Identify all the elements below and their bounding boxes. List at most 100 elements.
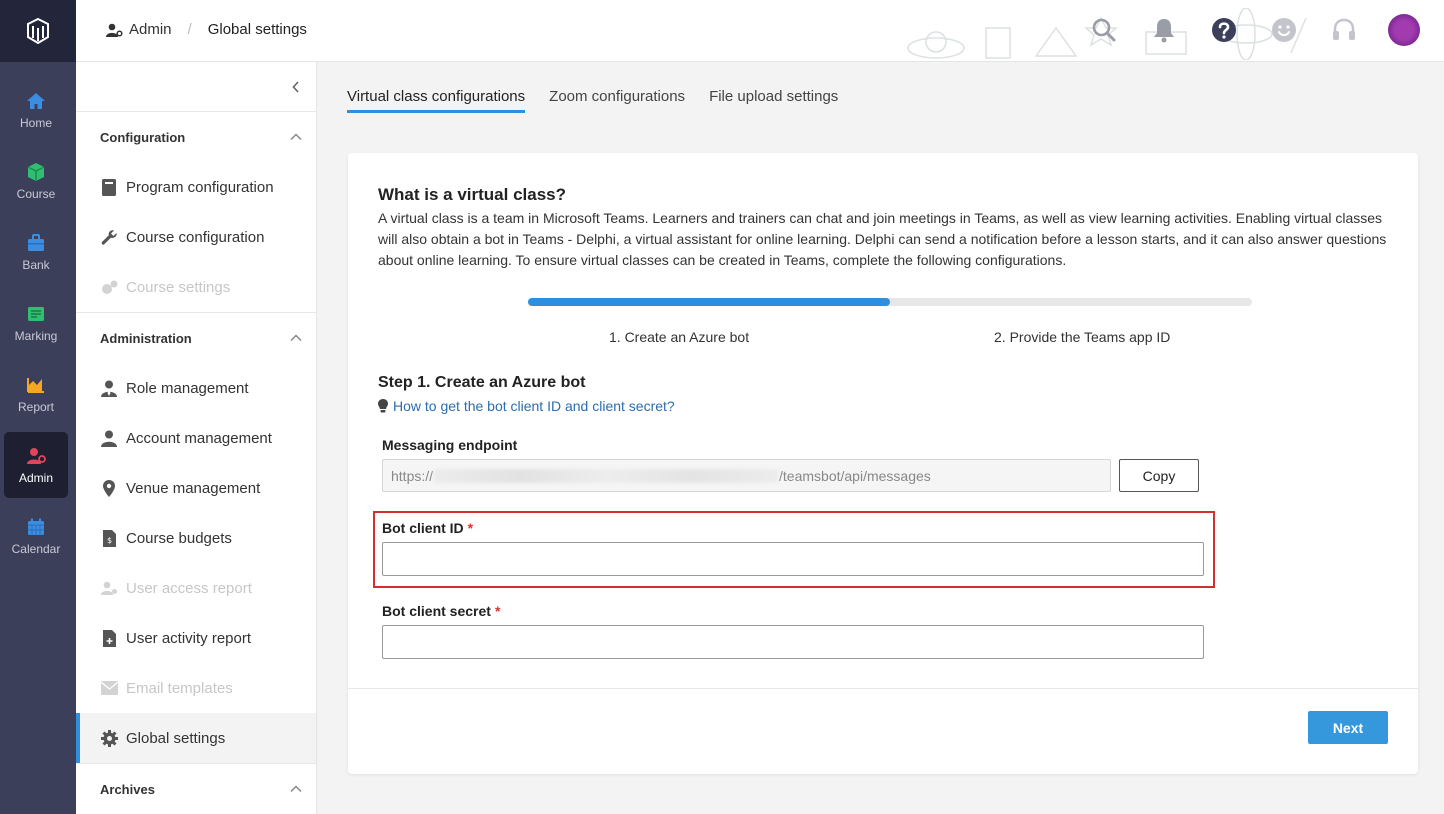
nav-item-account-management[interactable]: Account management [76, 413, 316, 463]
nav-label: Course budgets [126, 529, 232, 547]
notifications-button[interactable] [1148, 14, 1180, 46]
section-header-configuration[interactable]: Configuration [76, 112, 316, 162]
nav-item-role-management[interactable]: Role management [76, 363, 316, 413]
tab-virtual-class-configurations[interactable]: Virtual class configurations [347, 88, 526, 113]
nav-item-email-templates: Email templates [76, 663, 316, 713]
top-icons [1088, 14, 1420, 46]
rail-item-home[interactable]: Home [4, 77, 68, 143]
user-tie-icon [101, 380, 117, 397]
collapse-nav-button[interactable] [76, 62, 316, 112]
invoice-icon: $ [102, 529, 116, 547]
user-access-icon [100, 581, 117, 595]
logo-icon [27, 18, 49, 44]
endpoint-redacted [434, 468, 779, 483]
user-icon [101, 430, 117, 447]
card-footer-divider [348, 688, 1418, 689]
copy-button[interactable]: Copy [1119, 459, 1199, 492]
endpoint-field: https:// /teamsbot/api/messages [382, 459, 1111, 492]
admin-side-nav: Configuration Program configuration Cour… [76, 62, 317, 814]
step-label-1: 1. Create an Azure bot [609, 329, 750, 345]
breadcrumb-root[interactable]: Admin [129, 21, 172, 38]
chevron-up-icon [290, 785, 302, 793]
email-template-icon [100, 681, 118, 695]
chevron-up-icon [290, 334, 302, 342]
help-link-text[interactable]: How to get the bot client ID and client … [393, 398, 675, 414]
headset-icon [1333, 18, 1355, 40]
tab-zoom-configurations[interactable]: Zoom configurations [549, 88, 685, 113]
rail-item-bank[interactable]: Bank [4, 219, 68, 285]
client-id-label-text: Bot client ID [382, 520, 464, 536]
rail-item-marking[interactable]: Marking [4, 290, 68, 356]
section-header-archives[interactable]: Archives [76, 764, 316, 814]
left-rail: Home Course Bank Marking Report Admin Ca… [0, 0, 76, 814]
rail-item-admin[interactable]: Admin [4, 432, 68, 498]
bot-client-id-input[interactable] [382, 542, 1204, 576]
help-button[interactable] [1208, 14, 1240, 46]
admin-user-icon [106, 23, 123, 37]
endpoint-label: Messaging endpoint [382, 437, 518, 453]
section-title-archives: Archives [100, 781, 155, 797]
marking-icon [28, 306, 44, 321]
breadcrumb: Admin / Global settings [106, 21, 307, 38]
feedback-button[interactable] [1268, 14, 1300, 46]
step-progress-bar [528, 298, 1252, 306]
nav-item-venue-management[interactable]: Venue management [76, 463, 316, 513]
section-title-configuration: Configuration [100, 129, 186, 145]
bot-client-secret-input[interactable] [382, 625, 1204, 659]
rail-label-marking: Marking [14, 328, 58, 343]
step-progress-fill [528, 298, 890, 306]
lightbulb-icon [378, 399, 388, 413]
smiley-icon [1272, 18, 1296, 42]
nav-item-course-budgets[interactable]: $ Course budgets [76, 513, 316, 563]
nav-item-course-configuration[interactable]: Course configuration [76, 212, 316, 262]
file-plus-icon [102, 629, 116, 647]
nav-label: Course settings [126, 278, 231, 296]
nav-label: Global settings [126, 729, 226, 747]
rail-item-course[interactable]: Course [4, 148, 68, 214]
svg-text:$: $ [106, 536, 111, 545]
nav-item-user-access-report: User access report [76, 563, 316, 613]
tab-file-upload-settings[interactable]: File upload settings [709, 88, 838, 113]
cogs-icon [101, 280, 117, 294]
course-icon [27, 162, 45, 181]
search-icon [1092, 18, 1116, 42]
top-bar: Admin / Global settings [76, 0, 1444, 62]
nav-item-global-settings[interactable]: Global settings [76, 713, 316, 763]
nav-label: Venue management [126, 479, 261, 497]
next-button[interactable]: Next [1308, 711, 1388, 744]
support-button[interactable] [1328, 14, 1360, 46]
client-secret-label-text: Bot client secret [382, 603, 491, 619]
help-link[interactable]: How to get the bot client ID and client … [378, 398, 675, 414]
rail-item-calendar[interactable]: Calendar [4, 503, 68, 569]
search-button[interactable] [1088, 14, 1120, 46]
nav-label: Program configuration [126, 178, 274, 196]
bell-icon [1154, 19, 1174, 43]
rail-label-admin: Admin [18, 470, 53, 485]
wrench-icon [101, 229, 117, 245]
nav-item-program-configuration[interactable]: Program configuration [76, 162, 316, 212]
settings-tabs: Virtual class configurations Zoom config… [347, 88, 838, 113]
nav-label: User access report [126, 579, 252, 597]
chevron-left-icon [292, 80, 299, 93]
nav-label: Account management [126, 429, 272, 447]
rail-label-home: Home [19, 115, 52, 130]
step-heading: Step 1. Create an Azure bot [378, 374, 586, 391]
home-icon [27, 92, 45, 109]
nav-label: Email templates [126, 679, 233, 697]
rail-item-report[interactable]: Report [4, 361, 68, 427]
map-marker-icon [103, 479, 115, 497]
rail-label-report: Report [17, 399, 55, 414]
client-secret-label: Bot client secret * [382, 603, 500, 619]
nav-label: Role management [126, 379, 249, 397]
required-mark: * [494, 603, 501, 619]
nav-item-course-settings: Course settings [76, 262, 316, 312]
user-avatar[interactable] [1388, 14, 1420, 46]
chevron-up-icon [290, 133, 302, 141]
app-logo[interactable] [0, 0, 76, 62]
breadcrumb-separator: / [187, 21, 192, 38]
step-label-2: 2. Provide the Teams app ID [994, 329, 1171, 345]
nav-label: Course configuration [126, 228, 265, 246]
section-header-administration[interactable]: Administration [76, 313, 316, 363]
rail-label-course: Course [16, 186, 56, 201]
nav-item-user-activity-report[interactable]: User activity report [76, 613, 316, 663]
